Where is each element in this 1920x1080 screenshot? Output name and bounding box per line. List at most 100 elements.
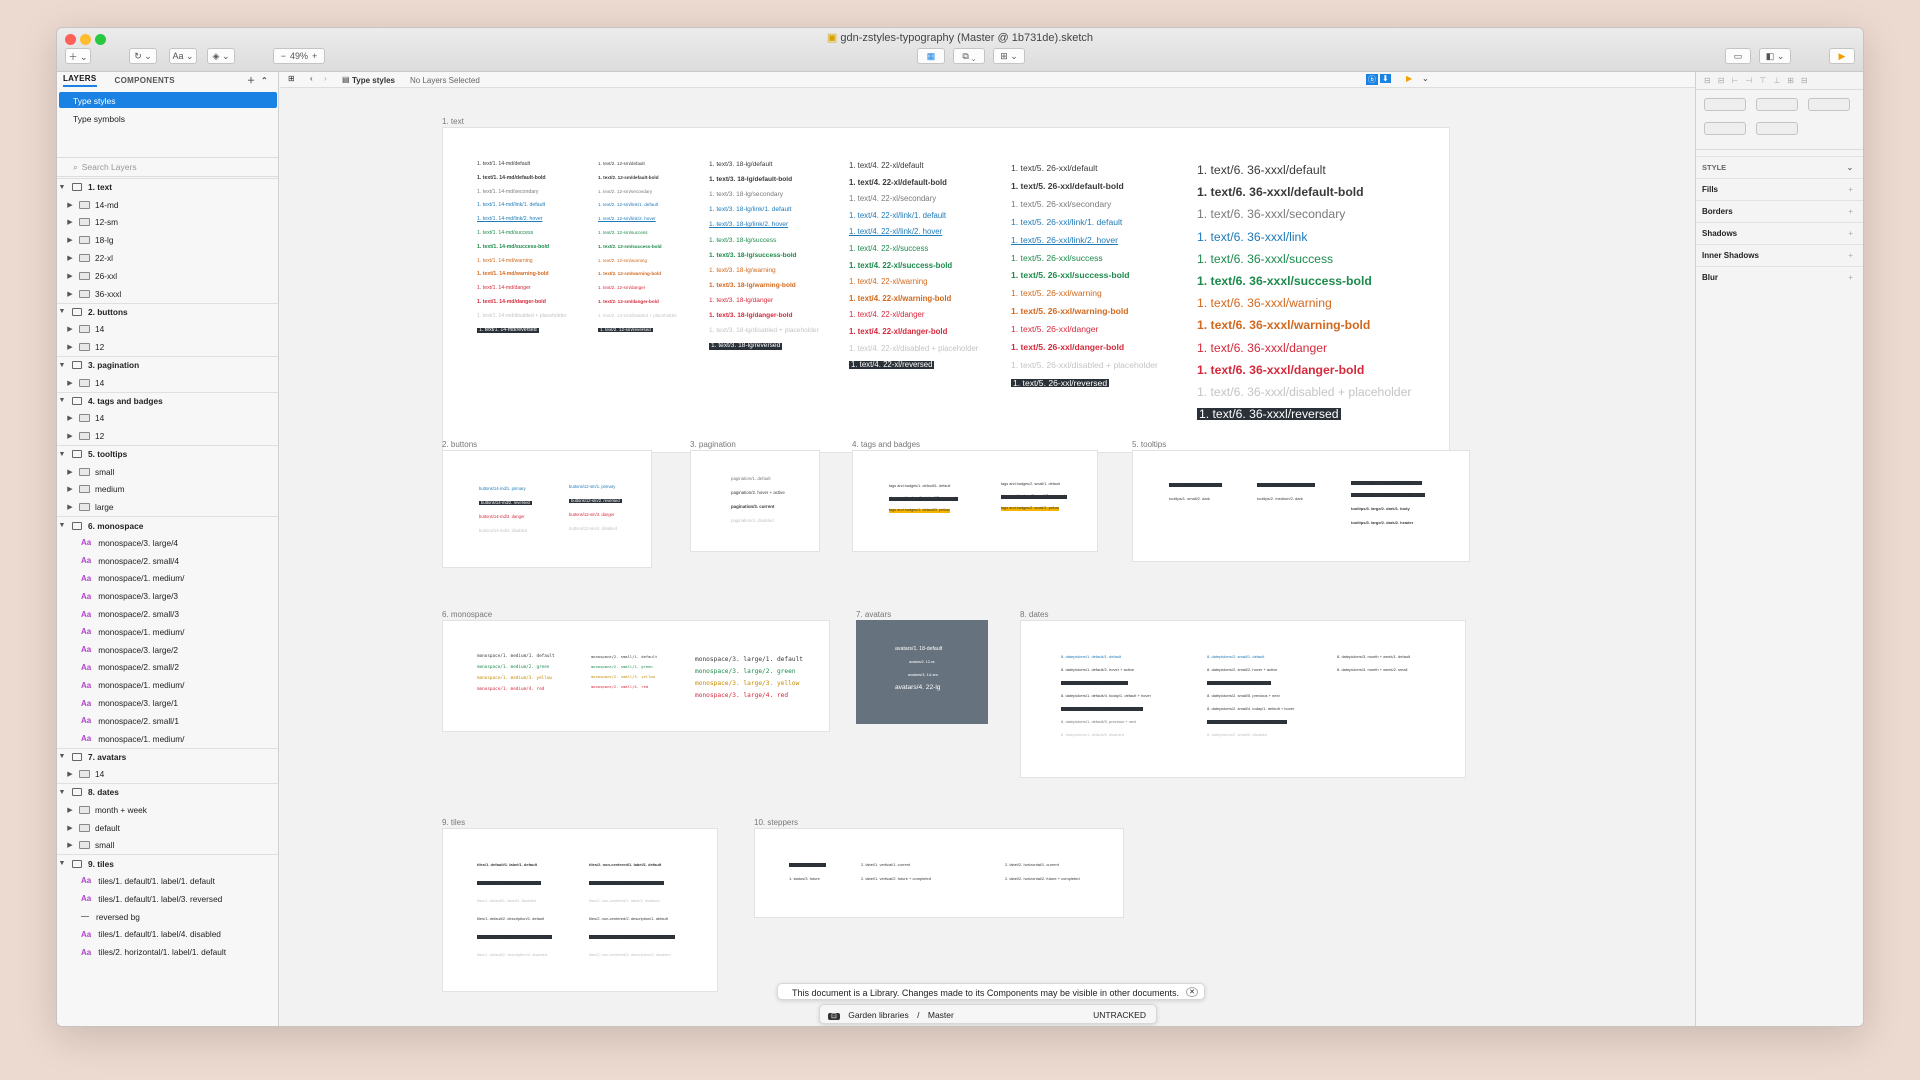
disclosure-closed-icon[interactable]: ▶ — [65, 254, 75, 262]
style-sample[interactable]: 1. text/2. 12-sm/secondary — [598, 189, 652, 195]
style-sample[interactable]: 1. text/1. 14-md/default — [477, 161, 530, 167]
style-sample[interactable]: 1. text/3. 18-lg/default-bold — [709, 176, 792, 184]
style-sample[interactable]: 1. text/5. 26-xxl/warning — [1011, 289, 1102, 298]
zoom-out-icon[interactable]: − — [281, 51, 286, 61]
disclosure-open-icon[interactable]: ▼ — [57, 308, 67, 315]
y-field[interactable] — [1756, 98, 1798, 111]
disclosure-open-icon[interactable]: ▼ — [57, 522, 67, 529]
disclosure-closed-icon[interactable]: ▶ — [65, 236, 75, 244]
layer-group[interactable]: ▶ 14 — [57, 409, 278, 427]
monospace-style-sample[interactable]: monospace/1. medium/3. yellow — [477, 676, 552, 681]
style-sample[interactable]: 1. text/4. 22-xl/link/2. hover — [849, 228, 942, 236]
tile-style-sample[interactable]: tiles/1. default/1. label/1. default — [477, 863, 537, 867]
layer-group[interactable]: ▶ 14 — [57, 320, 278, 338]
tile-style-sample[interactable]: tiles/1. default/2. description/2. rever… — [477, 935, 552, 939]
button-style-sample[interactable]: buttons/12-sm/2. reversed — [569, 498, 622, 504]
layer-text[interactable]: Aa monospace/3. large/3 — [57, 587, 278, 605]
layer-text[interactable]: Aa tiles/1. default/1. label/3. reversed — [57, 890, 278, 908]
button-style-sample[interactable]: buttons/14-md/4. disabled — [479, 528, 527, 533]
layer-group[interactable]: ▶ default — [57, 819, 278, 837]
disclosure-open-icon[interactable]: ▼ — [57, 451, 67, 458]
pagination-style-sample[interactable]: pagination/2. hover + active — [731, 490, 785, 495]
text-style-button[interactable]: Aa ⌄ — [169, 48, 197, 64]
symbol-button[interactable]: ↻ ⌄ — [129, 48, 157, 64]
artboard-label[interactable]: 5. tooltips — [1132, 440, 1166, 449]
style-sample[interactable]: 1. text/2. 12-sm/danger — [598, 286, 645, 291]
tag-style-sample[interactable]: tags and badges/2. small/2. reversed — [1001, 494, 1068, 499]
style-sample[interactable]: 1. text/4. 22-xl/success — [849, 245, 928, 253]
style-sample[interactable]: 1. text/6. 36-xxxl/reversed — [1197, 408, 1341, 420]
layer-text[interactable]: Aa tiles/2. horizontal/1. label/1. defaul… — [57, 943, 278, 961]
style-sample[interactable]: 1. text/4. 22-xl/danger-bold — [849, 328, 947, 336]
tooltip-style-sample[interactable]: tooltips/1. small/2. dark — [1169, 497, 1210, 501]
date-style-sample[interactable]: 8. datepickers/1. default/5. previous + … — [1061, 720, 1136, 724]
artboard-label[interactable]: 9. tiles — [442, 818, 465, 827]
disclosure-closed-icon[interactable]: ▶ — [65, 201, 75, 209]
disclosure-closed-icon[interactable]: ▶ — [65, 503, 75, 511]
style-sample[interactable]: 1. text/5. 26-xxl/disabled + placeholder — [1011, 361, 1158, 370]
style-sample[interactable]: 1. text/4. 22-xl/link/1. default — [849, 211, 946, 220]
style-sample[interactable]: 1. text/6. 36-xxxl/link — [1197, 230, 1307, 242]
disclosure-closed-icon[interactable]: ▶ — [65, 824, 75, 832]
style-sample[interactable]: 1. text/1. 14-md/reversed — [477, 327, 539, 333]
stepper-style-sample[interactable]: 2. label/1. vertical/1. current — [861, 863, 910, 867]
tile-style-sample[interactable]: tiles/2. non-centered/2. description/1. … — [589, 917, 668, 921]
layer-artboard[interactable]: ▼ 6. monospace — [57, 516, 278, 534]
disclosure-closed-icon[interactable]: ▶ — [65, 414, 75, 422]
layer-artboard[interactable]: ▼ 7. avatars — [57, 747, 278, 766]
layer-artboard[interactable]: ▼ 9. tiles — [57, 854, 278, 873]
layer-artboard[interactable]: ▼ 4. tags and badges — [57, 391, 278, 410]
disclosure-open-icon[interactable]: ▼ — [57, 789, 67, 796]
tooltip-style-sample[interactable]: tooltips/3. large/1. reversed/2. header — [1351, 493, 1426, 497]
layer-text[interactable]: Aa monospace/1. medium/ — [57, 570, 278, 588]
style-sample[interactable]: 1. text/1. 14-md/warning — [477, 258, 533, 264]
disclosure-closed-icon[interactable]: ▶ — [65, 485, 75, 493]
style-sample[interactable]: 1. text/3. 18-lg/link/1. default — [709, 207, 791, 214]
layer-artboard[interactable]: ▼ 3. pagination — [57, 355, 278, 374]
style-sample[interactable]: 1. text/6. 36-xxxl/secondary — [1197, 208, 1345, 220]
pagination-style-sample[interactable]: pagination/3. current — [731, 504, 774, 509]
layer-text[interactable]: — reversed bg — [57, 908, 278, 926]
style-sample[interactable]: 1. text/3. 18-lg/warning — [709, 267, 776, 275]
layer-text[interactable]: Aa monospace/3. large/4 — [57, 534, 278, 552]
style-sample[interactable]: 1. text/4. 22-xl/danger — [849, 311, 924, 319]
style-row-shadows[interactable]: Shadows + — [1696, 222, 1863, 244]
button-style-sample[interactable]: buttons/12-sm/4. disabled — [569, 526, 617, 531]
x-field[interactable] — [1704, 98, 1746, 111]
tooltip-style-sample[interactable]: tooltips/2. medium/1. reversed — [1257, 483, 1315, 487]
zoom-in-icon[interactable]: + — [312, 51, 317, 61]
add-icon[interactable]: + — [1848, 251, 1853, 260]
tooltip-style-sample[interactable]: tooltips/3. large/2. dark/2. header — [1351, 521, 1413, 525]
artboard-label[interactable]: 10. steppers — [754, 818, 798, 827]
style-sample[interactable]: 1. text/1. 14-md/link/1. default — [477, 203, 545, 208]
layer-group[interactable]: ▶ small — [57, 463, 278, 481]
style-sample[interactable]: 1. text/4. 22-xl/default-bold — [849, 178, 947, 187]
style-sample[interactable]: 1. text/5. 26-xxl/success-bold — [1011, 271, 1129, 280]
style-sample[interactable]: 1. text/2. 12-sm/link/1. default — [598, 203, 658, 208]
monospace-style-sample[interactable]: monospace/3. large/1. default — [695, 656, 803, 663]
date-style-sample[interactable]: 8. datepickers/1. default/2. hover + act… — [1061, 668, 1134, 672]
branch-name[interactable]: Master — [928, 1010, 954, 1020]
layer-artboard[interactable]: ▼ 1. text — [57, 178, 278, 196]
stepper-style-sample[interactable]: 2. label/2. horizontal/2. future + compl… — [1005, 877, 1080, 881]
style-sample[interactable]: 1. text/4. 22-xl/warning-bold — [849, 294, 951, 303]
height-field[interactable] — [1756, 122, 1798, 135]
layer-artboard[interactable]: ▼ 2. buttons — [57, 302, 278, 321]
artboard-steppers[interactable]: 1. status/2. current 1. status/3. future 2… — [754, 828, 1124, 918]
date-style-sample[interactable]: 8. datepickers/2. small/4. today/1. defa… — [1207, 707, 1294, 711]
style-sample[interactable]: 1. text/4. 22-xl/warning — [849, 278, 927, 286]
style-sample[interactable]: 1. text/2. 12-sm/default — [598, 161, 645, 167]
artboard-label[interactable]: 8. dates — [1020, 610, 1048, 619]
tag-style-sample[interactable]: tags and badges/1. default/3. yellow — [889, 508, 950, 513]
artboard-tiles[interactable]: tiles/1. default/1. label/1. default tile… — [442, 828, 718, 992]
tile-style-sample[interactable]: tiles/1. default/2. description/1. defau… — [477, 917, 544, 921]
add-page-icon[interactable]: ＋ — [247, 75, 255, 86]
style-sample[interactable]: 1. text/6. 36-xxxl/danger-bold — [1197, 364, 1364, 376]
disclosure-closed-icon[interactable]: ▶ — [65, 468, 75, 476]
style-sample[interactable]: 1. text/6. 36-xxxl/success — [1197, 253, 1333, 265]
layer-artboard[interactable]: ▼ 5. tooltips — [57, 444, 278, 463]
layer-group[interactable]: ▶ 12 — [57, 427, 278, 445]
back-icon[interactable]: ‹ — [310, 74, 313, 83]
pagination-style-sample[interactable]: pagination/1. default — [731, 476, 771, 481]
layer-group[interactable]: ▶ 14 — [57, 374, 278, 392]
